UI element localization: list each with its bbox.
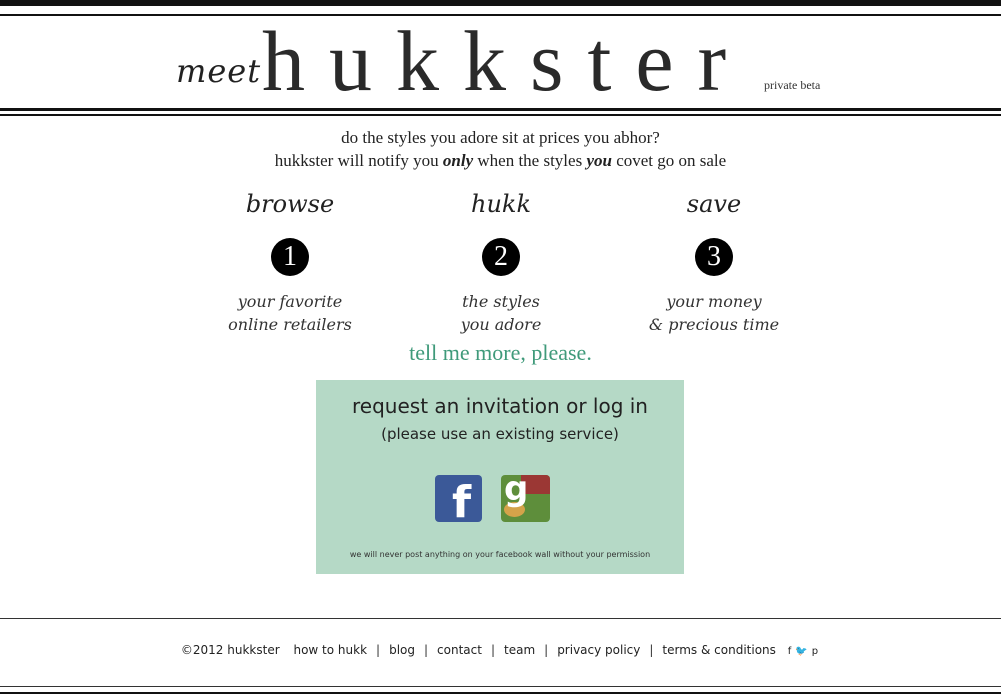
- footer-link-team[interactable]: team: [504, 643, 535, 657]
- social-links: f 🐦 p: [786, 646, 820, 657]
- beta-badge: private beta: [764, 78, 821, 92]
- invite-subtitle: (please use an existing service): [381, 425, 619, 443]
- header-rule-thin: [0, 114, 1001, 116]
- facebook-icon: f: [452, 477, 472, 522]
- step-number-badge: 1: [271, 238, 309, 276]
- tagline-part: covet go on sale: [611, 151, 727, 170]
- step-browse: browse 1 your favorite online retailers: [210, 186, 370, 336]
- step-title: save: [686, 190, 742, 218]
- pinterest-icon[interactable]: p: [812, 646, 818, 657]
- step-desc-line: you adore: [460, 315, 542, 334]
- step-number-badge: 3: [695, 238, 733, 276]
- footer-link-terms[interactable]: terms & conditions: [662, 643, 775, 657]
- meet-text: meet: [176, 52, 262, 90]
- footer-rule-base: [0, 692, 1001, 694]
- footer-separator: |: [649, 643, 654, 657]
- step-hukk: hukk 2 the styles you adore: [421, 186, 581, 336]
- footer: ©2012 hukkster how to hukk | blog | contact |…: [0, 643, 1001, 657]
- tagline-part: when the styles: [473, 151, 587, 170]
- privacy-disclaimer: we will never post anything on your face…: [349, 550, 651, 559]
- tagline-part: hukkster will notify you: [274, 151, 443, 170]
- header-rule-thick: [0, 108, 1001, 111]
- step-desc-line: the styles: [462, 292, 540, 311]
- tagline-line2: hukkster will notify you only when the s…: [0, 151, 1001, 171]
- step-number-badge: 2: [482, 238, 520, 276]
- invite-title: request an invitation or log in: [352, 394, 648, 418]
- step-desc-line: & precious time: [648, 315, 780, 334]
- facebook-login-button[interactable]: f: [435, 475, 482, 522]
- footer-link-blog[interactable]: blog: [389, 643, 415, 657]
- google-login-button[interactable]: g: [501, 475, 550, 522]
- tagline-line1: do the styles you adore sit at prices yo…: [0, 128, 1001, 148]
- step-desc-line: your favorite: [237, 292, 343, 311]
- footer-separator: |: [490, 643, 495, 657]
- step-title: hukk: [471, 190, 531, 218]
- twitter-icon[interactable]: 🐦: [795, 646, 807, 657]
- step-title: browse: [245, 190, 335, 218]
- step-description: the styles you adore: [421, 290, 581, 336]
- top-rule-thick: [0, 0, 1001, 6]
- footer-separator: |: [376, 643, 381, 657]
- footer-link-privacy-policy[interactable]: privacy policy: [557, 643, 640, 657]
- copyright: ©2012 hukkster: [180, 643, 280, 657]
- header: meet hukkster private beta: [0, 14, 1001, 108]
- tagline-emphasis-only: only: [442, 151, 474, 170]
- tagline-emphasis-you: you: [586, 151, 612, 170]
- footer-rule-top: [0, 618, 1001, 619]
- tagline-text: do the styles you adore sit at prices yo…: [341, 128, 660, 147]
- invite-panel: request an invitation or log in (please …: [316, 380, 684, 574]
- google-icon: g: [504, 475, 529, 509]
- step-description: your money & precious time: [634, 290, 794, 336]
- footer-separator: |: [424, 643, 429, 657]
- footer-link-contact[interactable]: contact: [437, 643, 482, 657]
- footer-separator: |: [544, 643, 549, 657]
- step-description: your favorite online retailers: [210, 290, 370, 336]
- step-desc-line: online retailers: [228, 315, 352, 334]
- step-desc-line: your money: [666, 292, 762, 311]
- tell-me-more-link[interactable]: tell me more, please.: [0, 340, 1001, 366]
- step-save: save 3 your money & precious time: [634, 186, 794, 336]
- facebook-social-icon[interactable]: f: [788, 646, 792, 657]
- footer-link-how-to-hukk[interactable]: how to hukk: [293, 643, 367, 657]
- brand-logo[interactable]: hukkster: [262, 14, 750, 108]
- footer-rule-bottom: [0, 686, 1001, 687]
